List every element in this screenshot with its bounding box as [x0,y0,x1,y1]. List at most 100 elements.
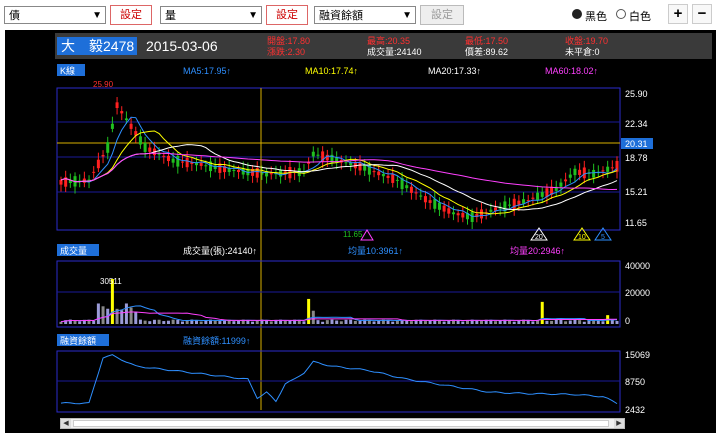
radio-white[interactable] [616,9,626,19]
candle-body [176,155,180,167]
candle-body [428,200,432,203]
kline-ytick-5: 11.65 [625,218,647,228]
current-price: 20.31 [625,139,648,149]
volume-bar [325,320,329,324]
candle-body [414,192,418,194]
volume-bar [409,321,413,324]
volume-bar [232,321,236,324]
stock-name: 大 毅 [61,38,103,54]
candle-body [615,160,619,172]
candle-body [461,212,465,218]
signal-marker-60 [360,229,374,241]
indicator-select-1-value: 債 [9,10,20,22]
volume-bar [237,320,241,324]
volume-bar [148,321,152,324]
candle-body [592,169,596,178]
volume-bar [171,319,175,324]
horizontal-scrollbar[interactable]: ◀ ▶ [60,418,625,429]
candle-body [470,212,474,222]
margin-ytick-1: 15069 [625,350,650,360]
svg-text:20: 20 [535,234,543,241]
candle-body [166,155,170,162]
volume-bar [559,319,563,324]
candle-body [269,172,273,175]
candle-body [120,111,124,114]
radio-white-label: 白色 [629,11,651,23]
candle-body [536,192,540,201]
margin-ytick-2: 8750 [625,377,645,387]
volume-bar [335,320,339,324]
kline-ytick-1: 25.90 [625,89,648,99]
volume-bar [596,320,600,324]
unsettled: 未平倉:0 [565,46,600,57]
set-button-2[interactable]: 設定 [266,5,308,25]
candle-body [344,162,348,164]
candle-body [143,143,147,152]
volume-bar [162,321,166,324]
max-price-label: 25.90 [93,80,114,89]
chart-area[interactable]: 大 毅 2478 2015-03-06 開盤:17.80 漲跌:2.30 最高:… [5,30,716,433]
indicator-select-1[interactable]: 債 ▼ [4,6,106,24]
candle-body [138,136,142,145]
volume-bar [321,321,325,324]
candle-body [480,209,484,219]
candle-body [199,162,203,166]
volume-bar [339,321,343,324]
volume-bar [251,321,255,324]
volume-bar [194,320,198,324]
zoom-in-button[interactable]: + [668,4,688,24]
candle-body [237,169,241,173]
low-price: 最低:17.50 [465,35,508,46]
volume-ma20-label: 均量20:2946↑ [510,245,565,256]
indicator-select-3-value: 融資餘額 [319,10,363,22]
zoom-out-button[interactable]: − [692,4,712,24]
svg-text:10: 10 [578,234,586,241]
candle-body [433,199,437,209]
candle-body [204,165,208,167]
candle-body [522,199,526,204]
candle-body [311,151,315,157]
toolbar: 債 ▼ 設定 量 ▼ 設定 融資餘額 ▼ 設定 黑色 白色 + − [0,0,720,30]
open-price: 開盤:17.80 [267,35,310,46]
volume-bar [288,320,292,324]
candle-body [451,212,455,215]
scrollbar-thumb[interactable] [73,420,609,427]
volume-bar [353,320,357,324]
volume-bar [540,301,544,324]
volume-bar [330,319,334,324]
chevron-down-icon: ▼ [402,10,412,21]
candle-body [395,179,399,181]
volume-bar [129,307,133,324]
candle-body [447,208,451,214]
set-button-1[interactable]: 設定 [110,5,152,25]
candle-body [101,154,105,157]
volume-bar [550,320,554,324]
volume-bar [545,320,549,324]
candle-body [96,159,100,169]
volume-bar [138,319,142,324]
scroll-left-icon[interactable]: ◀ [61,419,71,428]
ma60-label: MA60:18.02↑ [545,66,598,76]
indicator-select-2[interactable]: 量 ▼ [160,6,262,24]
radio-black[interactable] [572,9,582,19]
volume-bar [526,320,530,324]
margin-value-label: 融資餘額:11999↑ [183,335,250,346]
candle-body [456,213,460,216]
margin-marks [60,354,618,405]
volume-bar [428,320,432,324]
volume-bar [316,320,320,324]
volume-bar [494,321,498,324]
candle-body [377,171,381,176]
set-button-3[interactable]: 設定 [420,5,464,25]
volume-bar [176,319,180,324]
volume-ytick-2: 20000 [625,288,650,298]
volume-bar [180,321,184,324]
indicator-select-3[interactable]: 融資餘額 ▼ [314,6,416,24]
volume-bar [157,319,161,324]
candle-body [59,179,63,185]
trade-volume: 成交量:24140 [367,46,422,57]
scroll-right-icon[interactable]: ▶ [614,419,624,428]
volume-bar [386,320,390,324]
ma20-label: MA20:17.33↑ [428,66,481,76]
candle-body [610,167,614,169]
